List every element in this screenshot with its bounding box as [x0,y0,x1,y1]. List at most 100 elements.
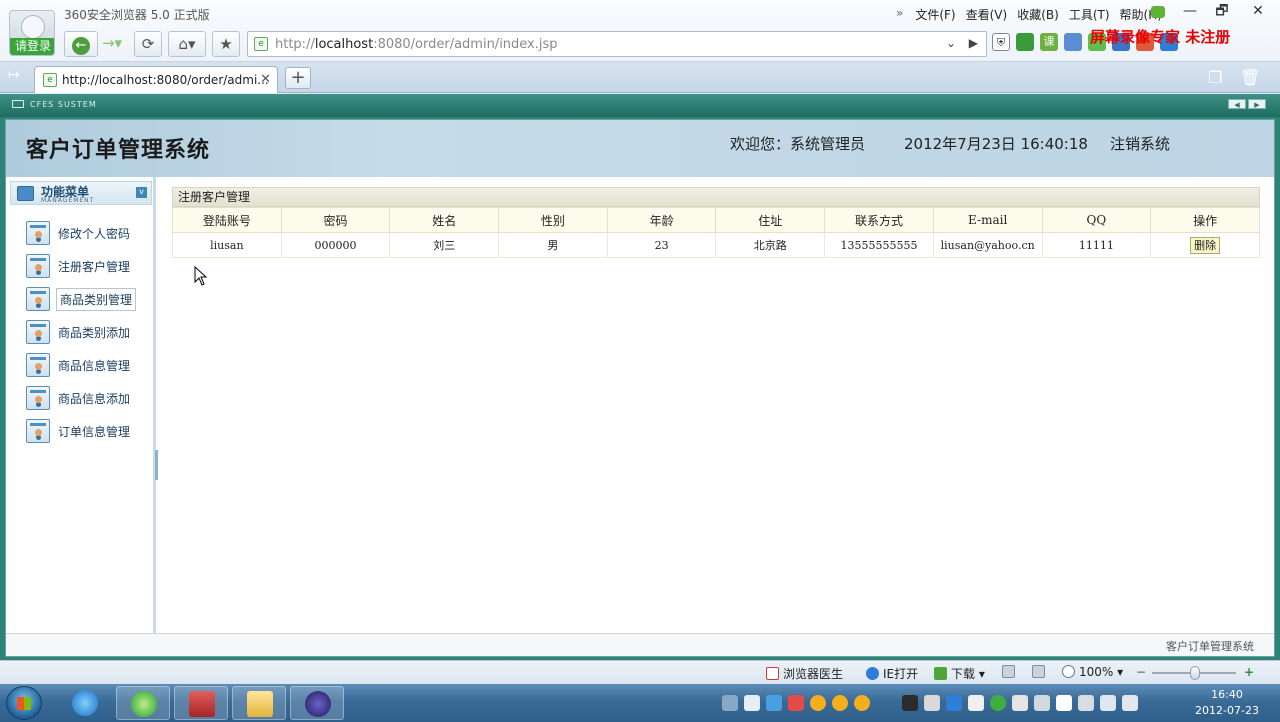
tray-app-icon[interactable] [744,695,760,711]
start-button[interactable] [6,686,42,720]
column-header: 密码 [280,207,391,233]
eclipse-icon [305,691,331,717]
trash-icon[interactable]: 🗑 [1240,68,1260,87]
url-dropdown-icon[interactable]: ⌄ [946,36,956,50]
ie-open-label: IE打开 [883,667,919,681]
address-bar[interactable]: e http://localhost:8080/order/admin/inde… [247,31,987,57]
system-tray [722,695,1138,711]
column-header: QQ [1041,207,1152,233]
sidebar-item-product-management[interactable]: 商品信息管理 [26,353,148,377]
browser-doctor-button[interactable]: 浏览器医生 [766,665,843,682]
menu-favorites[interactable]: 收藏(B) [1017,6,1059,23]
scroll-right-icon[interactable]: ▶ [1248,99,1266,109]
tray-360-icon[interactable] [990,695,1006,711]
download-label: 下载 [951,667,976,681]
login-button[interactable]: 请登录 [10,38,54,55]
ie-open-button[interactable]: IE打开 [866,665,918,682]
table-header-row: 登陆账号 密码 姓名 性别 年龄 住址 联系方式 E-mail QQ 操作 [172,207,1260,233]
tray-shield-icon[interactable] [946,695,962,711]
close-button[interactable]: ✕ [1240,0,1276,22]
tray-tool-icon[interactable] [902,695,918,711]
clock-date: 2012-07-23 [1195,704,1259,717]
user-card-icon [26,287,50,311]
page-top-bar: CFES SUSTEM ◀ ▶ [0,94,1280,117]
forward-button[interactable]: →▾ [98,31,126,57]
sidebar-item-label: 商品类别管理 [56,288,137,311]
sidebar-item-order-management[interactable]: 订单信息管理 [26,419,148,443]
minimize-button[interactable]: — [1175,0,1205,22]
avatar-face-icon [21,15,45,39]
url-text[interactable]: http://localhost:8080/order/admin/index.… [275,37,558,52]
taskbar-clock[interactable]: 16:40 2012-07-23 [1192,687,1262,719]
refresh-button[interactable]: ⟳ [134,31,162,57]
menu-file[interactable]: 文件(F) [915,6,955,23]
user-avatar[interactable]: 请登录 [9,10,55,56]
panel-title: 注册客户管理 [172,187,1260,207]
tab-close-icon[interactable]: ✕ [260,72,271,87]
download-button[interactable]: 下载 ▾ [934,665,985,682]
qq-icon[interactable] [854,695,870,711]
column-header: E-mail [932,207,1043,233]
customer-panel: 注册客户管理 登陆账号 密码 姓名 性别 年龄 住址 联系方式 E-mail Q… [172,187,1260,258]
app-icon[interactable]: 课 [1040,33,1058,51]
screen-icon[interactable] [1002,665,1019,679]
taskbar-eclipse[interactable] [290,686,344,720]
skin-icon[interactable] [1151,6,1165,18]
home-button[interactable]: ⌂▾ [168,31,206,57]
new-tab-button[interactable]: + [285,67,311,89]
system-logo-label: CFES SUSTEM [30,100,97,109]
zoom-slider-handle[interactable] [1190,666,1200,680]
sidebar-toggle-icon[interactable]: ↦ [8,67,20,83]
taskbar-ie[interactable] [58,686,112,720]
sidebar-item-product-add[interactable]: 商品信息添加 [26,386,148,410]
restore-button[interactable]: 🗗 [1207,0,1237,22]
zoom-out-button[interactable]: − [1136,665,1146,679]
tray-edit-icon[interactable] [968,695,984,711]
taskbar-explorer[interactable] [232,686,286,720]
tray-device-icon[interactable] [924,695,940,711]
cube-icon[interactable] [1016,33,1034,51]
menu-tools[interactable]: 工具(T) [1069,6,1110,23]
menu-chevron-icon[interactable]: » [896,6,903,23]
speaker-icon[interactable] [1122,695,1138,711]
favorite-button[interactable]: ★ [212,31,240,57]
volume-icon[interactable] [1032,665,1049,679]
delete-button[interactable]: 删除 [1190,236,1221,254]
qq-icon[interactable] [832,695,848,711]
shield-icon[interactable]: ⛨ [992,33,1010,51]
sidebar-item-category-add[interactable]: 商品类别添加 [26,320,148,344]
sidebar-item-category-management[interactable]: 商品类别管理 [26,287,148,311]
back-button[interactable]: ← [64,31,98,57]
window-tile-icon[interactable]: ❐ [1208,68,1222,87]
zoom-control[interactable]: 100% ▾ [1062,665,1123,679]
sidebar-item-customer-management[interactable]: 注册客户管理 [26,254,148,278]
network-icon[interactable] [1100,695,1116,711]
cell-name: 刘三 [389,232,500,258]
tray-game-icon[interactable] [788,695,804,711]
action-center-icon[interactable] [1056,695,1072,711]
logout-link[interactable]: 注销系统 [1110,133,1170,154]
sidebar-item-change-password[interactable]: 修改个人密码 [26,221,148,245]
sidebar-item-label: 注册客户管理 [58,260,131,274]
footer-text: 客户订单管理系统 [1166,640,1254,653]
cell-gender: 男 [498,232,608,258]
tray-cleaner-icon[interactable] [1034,695,1050,711]
zoom-in-button[interactable]: + [1244,665,1254,679]
taskbar-toolbox[interactable] [174,686,228,720]
tab-order-admin[interactable]: e http://localhost:8080/order/admi... ✕ [34,66,278,93]
cell-account: liusan [172,232,282,258]
mail-icon[interactable] [1064,33,1082,51]
collapse-icon[interactable]: v [136,187,147,198]
qq-icon[interactable] [810,695,826,711]
keyboard-icon[interactable] [722,695,738,711]
scroll-left-icon[interactable]: ◀ [1228,99,1246,109]
go-icon[interactable]: ▶ [969,36,978,50]
tray-chart-icon[interactable] [1012,695,1028,711]
sidebar-splitter[interactable] [155,450,158,480]
system-title: 客户订单管理系统 [26,137,211,163]
tray-browser-icon[interactable] [766,695,782,711]
taskbar-360-browser[interactable] [116,686,170,720]
tray-usb-icon[interactable] [1078,695,1094,711]
ie-icon [866,667,879,680]
menu-view[interactable]: 查看(V) [966,6,1008,23]
